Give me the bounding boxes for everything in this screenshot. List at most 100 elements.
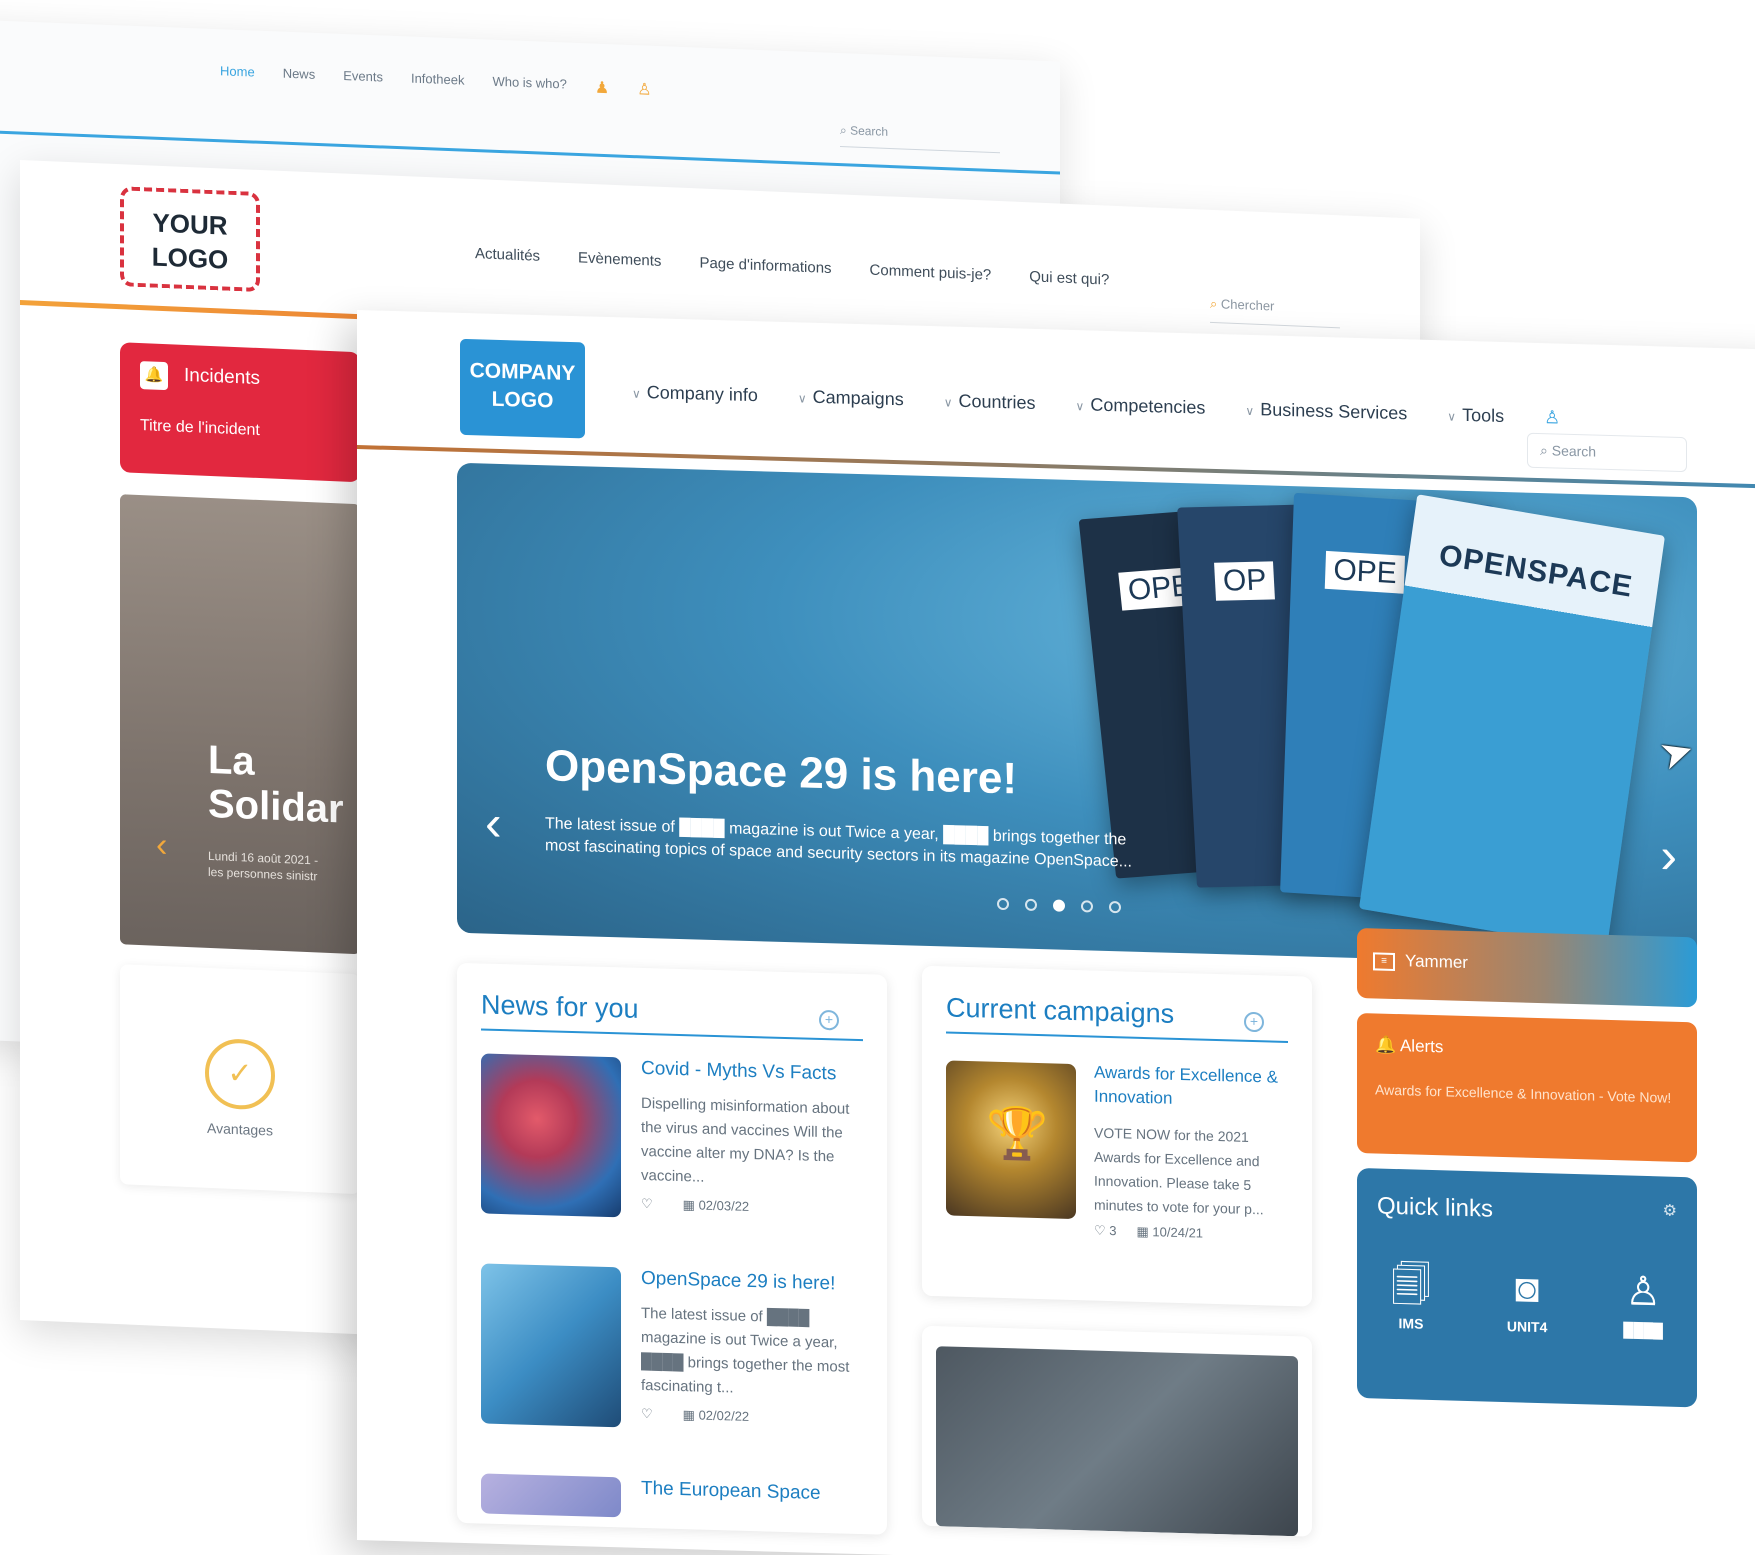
campaign-thumbnail: 🏆 — [946, 1060, 1076, 1220]
carousel-dot[interactable] — [1081, 900, 1093, 913]
hero-title[interactable]: OpenSpace 29 is here! — [545, 741, 1017, 804]
video-card[interactable] — [922, 1325, 1312, 1537]
chevron-right-icon[interactable]: › — [1660, 826, 1677, 884]
mid-nav-actualites[interactable]: Actualités — [475, 245, 540, 265]
user-icon[interactable]: ♟ — [595, 78, 609, 99]
slider-headline: La Solidar — [208, 738, 344, 832]
yammer-label: Yammer — [1405, 951, 1468, 973]
mid-nav-evenements[interactable]: Evènements — [578, 249, 661, 269]
your-logo-line2: LOGO — [151, 241, 229, 275]
heart-icon[interactable]: ♡ 3 — [1094, 1223, 1117, 1240]
quick-links-title: Quick links — [1377, 1192, 1494, 1223]
magazine-spine-title: OP — [1214, 561, 1276, 601]
carousel-dot[interactable] — [1109, 901, 1121, 914]
avantages-card[interactable]: ✓ Avantages — [120, 964, 360, 1195]
your-logo-line1: YOUR — [152, 207, 228, 241]
slider-headline-line1: La — [208, 737, 255, 784]
slider-caption-line2: les personnes sinistr — [208, 864, 318, 884]
nav-business-services[interactable]: ∨ Business Services — [1245, 399, 1407, 425]
award-badge-icon: ✓ — [205, 1037, 275, 1111]
alerts-text[interactable]: Awards for Excellence & Innovation - Vot… — [1375, 1081, 1679, 1105]
calendar-icon: ▦ 10/24/21 — [1136, 1223, 1204, 1241]
news-item-title[interactable]: The European Space — [641, 1478, 871, 1506]
hero-carousel[interactable]: OPE OP OPE OPENSPACE OpenSpace 29 is her… — [457, 462, 1697, 968]
nav-company-info-label: Company info — [646, 382, 758, 406]
your-logo[interactable]: YOUR LOGO — [120, 186, 260, 293]
nav-company-info[interactable]: ∨ Company info — [632, 382, 758, 407]
bell-icon: 🔔 — [1375, 1035, 1400, 1056]
nav-business-services-label: Business Services — [1260, 399, 1408, 424]
magazine-spine-title: OPE — [1324, 550, 1406, 594]
nav-countries-label: Countries — [958, 390, 1036, 413]
alerts-card[interactable]: 🔔 Alerts Awards for Excellence & Innovat… — [1357, 1012, 1697, 1163]
news-item-title[interactable]: OpenSpace 29 is here! — [641, 1268, 871, 1296]
carousel-dot[interactable] — [997, 897, 1009, 911]
campaign-date: 10/24/21 — [1152, 1224, 1204, 1241]
quick-link-label: IMS — [1398, 1315, 1424, 1332]
nav-competencies[interactable]: ∨ Competencies — [1076, 394, 1206, 419]
back-search-input[interactable]: ⌕ Search — [840, 123, 1000, 154]
mid-search-input[interactable]: ⌕ Chercher — [1210, 295, 1340, 329]
magazine-title: OPENSPACE — [1436, 538, 1635, 604]
back-nav-news[interactable]: News — [283, 66, 316, 87]
chevron-down-icon: ∨ — [943, 395, 953, 410]
add-icon[interactable]: + — [1244, 1011, 1264, 1033]
campaign-item-body: VOTE NOW for the 2021 Awards for Excelle… — [1094, 1124, 1264, 1218]
mid-nav-qui-est-qui[interactable]: Qui est qui? — [1029, 268, 1109, 288]
quick-link-ims[interactable]: 🗐 IMS — [1391, 1261, 1431, 1332]
hero-description: The latest issue of ████ magazine is out… — [545, 813, 1145, 874]
news-item-date: 02/02/22 — [698, 1407, 750, 1424]
heart-icon[interactable]: ♡ — [641, 1406, 653, 1422]
gear-icon[interactable]: ⚙ — [1663, 1200, 1677, 1228]
back-nav-events[interactable]: Events — [343, 68, 383, 90]
bell-icon: 🔔 — [140, 361, 168, 391]
chevron-down-icon: ∨ — [1447, 409, 1457, 424]
yammer-bar[interactable]: ≡ Yammer — [1357, 927, 1697, 1008]
carousel-dot[interactable] — [1053, 899, 1065, 912]
nav-countries[interactable]: ∨ Countries — [944, 390, 1036, 414]
back-nav-infotheek[interactable]: Infotheek — [411, 71, 465, 93]
quick-link-unit4[interactable]: ◙ UNIT4 — [1507, 1264, 1547, 1335]
chat-icon: ≡ — [1373, 951, 1395, 971]
mid-nav: Actualités Evènements Page d'information… — [475, 245, 1109, 289]
incidents-card[interactable]: 🔔 Incidents Titre de l'incident — [120, 342, 360, 483]
chevron-down-icon: ∨ — [797, 391, 807, 406]
news-item-body: The latest issue of ████ magazine is out… — [641, 1304, 850, 1397]
front-search-input[interactable]: ⌕ Search — [1527, 432, 1687, 473]
front-nav: ∨ Company info ∨ Campaigns ∨ Countries ∨ Com… — [632, 382, 1560, 429]
carousel-dot[interactable] — [1025, 898, 1037, 911]
list-item[interactable]: The European Space — [481, 1473, 871, 1518]
alerts-title: Alerts — [1399, 1036, 1444, 1057]
back-nav-home[interactable]: Home — [220, 63, 255, 84]
front-search-placeholder: Search — [1551, 442, 1597, 460]
company-logo[interactable]: COMPANY LOGO — [460, 338, 585, 439]
mid-nav-page-informations[interactable]: Page d'informations — [699, 254, 831, 277]
mid-nav-comment[interactable]: Comment puis-je? — [870, 262, 992, 284]
add-icon[interactable]: + — [819, 1009, 839, 1031]
back-nav-whoiswho[interactable]: Who is who? — [492, 74, 566, 97]
user-settings-icon[interactable]: ♙ — [637, 79, 651, 100]
list-item[interactable]: Covid - Myths Vs Facts Dispelling misinf… — [481, 1053, 871, 1218]
user-profile-icon[interactable]: ♙ — [1544, 407, 1560, 428]
list-item[interactable]: OpenSpace 29 is here! The latest issue o… — [481, 1263, 871, 1428]
news-item-body: Dispelling misinformation about the viru… — [641, 1094, 850, 1186]
calendar-icon: ▦ 02/02/22 — [682, 1407, 750, 1424]
back-nav: Home News Events Infotheek Who is who? ♟… — [220, 63, 652, 100]
chevron-left-icon[interactable]: ‹ — [485, 794, 502, 852]
chevron-down-icon: ∨ — [632, 386, 641, 401]
campaign-item-title[interactable]: Awards for Excellence & Innovation — [1094, 1061, 1294, 1115]
news-slider-card[interactable]: La Solidar Lundi 16 août 2021 - les pers… — [120, 494, 360, 955]
news-item-title[interactable]: Covid - Myths Vs Facts — [641, 1058, 871, 1086]
chevron-down-icon: ∨ — [1075, 399, 1085, 414]
news-title: News for you — [481, 989, 639, 1024]
quick-link-user[interactable]: ♙ ████ — [1623, 1267, 1663, 1338]
campaign-item[interactable]: Awards for Excellence & Innovation VOTE … — [1094, 1061, 1294, 1245]
company-logo-line1: COMPANY — [469, 359, 576, 386]
video-thumbnail — [936, 1346, 1298, 1537]
heart-icon[interactable]: ♡ — [641, 1196, 653, 1212]
trophy-icon: 🏆 — [986, 1104, 1049, 1163]
chevron-left-icon[interactable]: ‹ — [156, 826, 167, 865]
search-icon: ⌕ — [840, 123, 851, 138]
nav-tools[interactable]: ∨ Tools — [1447, 404, 1504, 427]
nav-campaigns[interactable]: ∨ Campaigns — [798, 386, 904, 410]
